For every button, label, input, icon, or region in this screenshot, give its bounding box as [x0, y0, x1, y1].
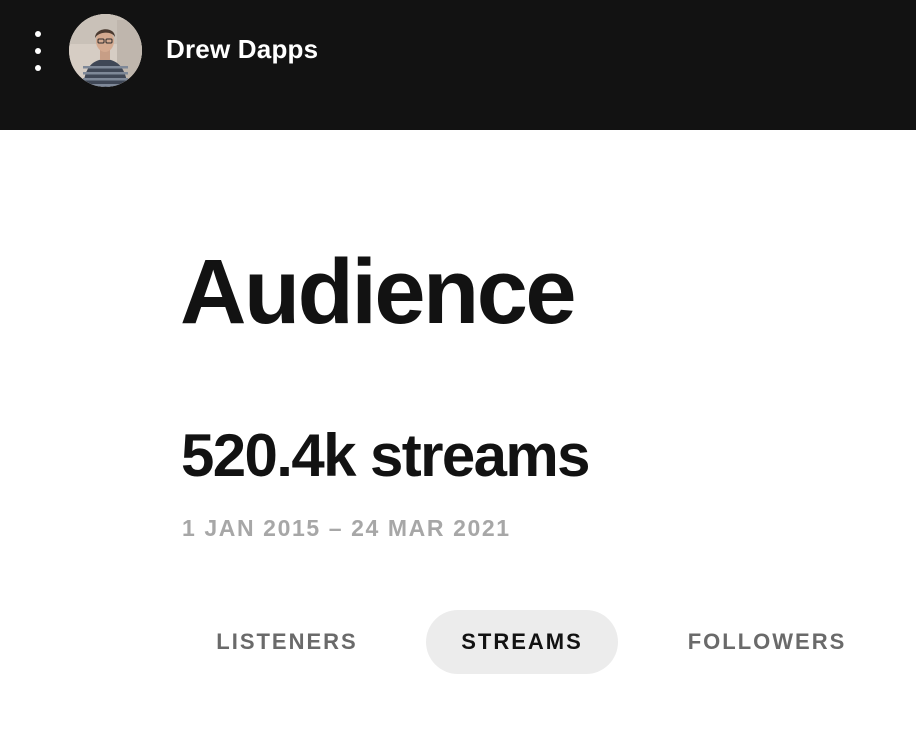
page-title: Audience: [180, 241, 577, 343]
tab-listeners[interactable]: LISTENERS: [190, 610, 384, 674]
menu-dot: [35, 65, 41, 71]
user-name[interactable]: Drew Dapps: [166, 34, 318, 65]
avatar[interactable]: [69, 14, 142, 87]
more-options-button[interactable]: [26, 28, 50, 74]
top-bar: Drew Dapps: [0, 0, 916, 130]
streams-count: 520.4k streams: [181, 422, 591, 489]
tab-streams[interactable]: STREAMS: [426, 610, 618, 674]
tab-followers[interactable]: FOLLOWERS: [668, 610, 866, 674]
menu-dot: [35, 31, 41, 37]
avatar-image: [69, 14, 142, 87]
date-range: 1 JAN 2015 – 24 MAR 2021: [182, 515, 511, 541]
menu-dot: [35, 48, 41, 54]
